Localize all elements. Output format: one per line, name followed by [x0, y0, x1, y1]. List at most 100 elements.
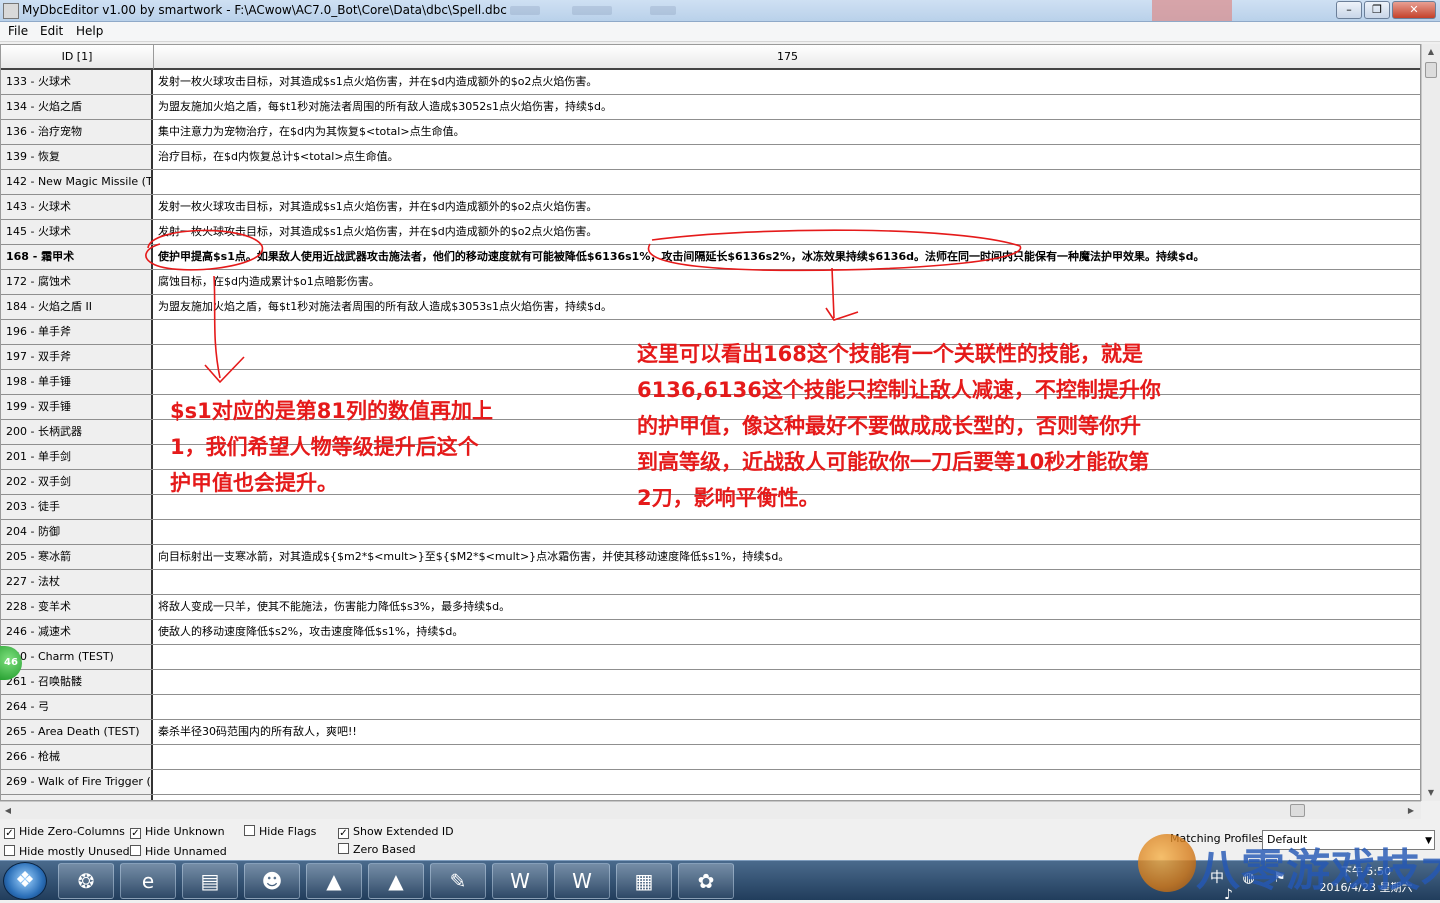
- table-row[interactable]: 265 - Area Death (TEST) 秦杀半径30码范围内的所有敌人，爽…: [1, 720, 1420, 745]
- row-header-id[interactable]: 136 - 治疗宠物: [1, 120, 153, 144]
- row-header-id[interactable]: 198 - 单手锤: [1, 370, 153, 394]
- menu-file[interactable]: File: [8, 24, 28, 38]
- dbc-editor-icon[interactable]: ▦: [616, 863, 672, 899]
- network-icon[interactable]: ◍: [1242, 870, 1254, 886]
- checkbox-box[interactable]: ✓: [338, 828, 349, 839]
- description-cell[interactable]: 腐蚀目标，在$d内造成累计$o1点暗影伤害。: [155, 270, 1420, 294]
- show-extended-id-checkbox[interactable]: ✓ Show Extended ID: [338, 825, 454, 839]
- start-button[interactable]: ❖: [3, 862, 47, 900]
- checkbox-box[interactable]: [338, 843, 349, 854]
- media-app-icon[interactable]: ❂: [58, 863, 114, 899]
- description-cell[interactable]: [155, 745, 1420, 769]
- table-row[interactable]: 246 - 减速术 使敌人的移动速度降低$s2%，攻击速度降低$s1%，持续$d。: [1, 620, 1420, 645]
- row-header-id[interactable]: 227 - 法杖: [1, 570, 153, 594]
- checkbox-box[interactable]: ✓: [130, 828, 141, 839]
- wps-icon[interactable]: W: [554, 863, 610, 899]
- horizontal-scrollbar[interactable]: ◀ ▶: [0, 801, 1421, 819]
- table-row[interactable]: 136 - 治疗宠物 集中注意力为宠物治疗，在$d内为其恢复$<total>点生命…: [1, 120, 1420, 145]
- table-row[interactable]: 168 - 霜甲术 使护甲提高$s1点。如果敌人使用近战武器攻击施法者，他们的移动…: [1, 245, 1420, 270]
- table-row[interactable]: 205 - 寒冰箭 向目标射出一支寒冰箭，对其造成${$m2*$<mult>}至$…: [1, 545, 1420, 570]
- scroll-down-arrow-icon[interactable]: ▼: [1422, 785, 1440, 801]
- maximize-button[interactable]: ❐: [1364, 1, 1390, 19]
- row-header-id[interactable]: 200 - 长柄武器: [1, 420, 153, 444]
- horizontal-scroll-thumb[interactable]: [1290, 804, 1305, 817]
- row-header-id[interactable]: 201 - 单手剑: [1, 445, 153, 469]
- description-cell[interactable]: [155, 170, 1420, 194]
- description-cell[interactable]: [155, 520, 1420, 544]
- hide-unnamed-checkbox[interactable]: Hide Unnamed: [130, 845, 227, 858]
- matching-profiles-select[interactable]: Default ▼: [1262, 830, 1435, 850]
- row-header-id[interactable]: 265 - Area Death (TEST): [1, 720, 153, 744]
- scroll-right-arrow-icon[interactable]: ▶: [1403, 803, 1419, 819]
- row-header-id[interactable]: 250 - Charm (TEST): [1, 645, 153, 669]
- description-cell[interactable]: 为盟友施加火焰之盾，每$t1秒对施法者周围的所有敌人造成$3053s1点火焰伤害…: [155, 295, 1420, 319]
- table-row[interactable]: 145 - 火球术 发射一枚火球攻击目标，对其造成$s1点火焰伤害，并在$d内造成…: [1, 220, 1420, 245]
- row-header-id[interactable]: 264 - 弓: [1, 695, 153, 719]
- row-header-id[interactable]: 145 - 火球术: [1, 220, 153, 244]
- vertical-scroll-thumb[interactable]: [1425, 62, 1437, 78]
- paint-icon[interactable]: ✿: [678, 863, 734, 899]
- row-header-id[interactable]: 205 - 寒冰箭: [1, 545, 153, 569]
- close-button[interactable]: ✕: [1392, 1, 1436, 19]
- description-cell[interactable]: 秦杀半径30码范围内的所有敌人，爽吧!!: [155, 720, 1420, 744]
- description-cell[interactable]: 使敌人的移动速度降低$s2%，攻击速度降低$s1%，持续$d。: [155, 620, 1420, 644]
- description-cell[interactable]: 为盟友施加火焰之盾，每$t1秒对施法者周围的所有敌人造成$3052s1点火焰伤害…: [155, 95, 1420, 119]
- volume-icon[interactable]: ♪: [1224, 887, 1233, 903]
- row-header-id[interactable]: 202 - 双手剑: [1, 470, 153, 494]
- row-header-id[interactable]: 203 - 徒手: [1, 495, 153, 519]
- description-cell[interactable]: [155, 670, 1420, 694]
- triangle-app-icon[interactable]: ▲: [306, 863, 362, 899]
- scroll-left-arrow-icon[interactable]: ◀: [0, 803, 16, 819]
- file-explorer-icon[interactable]: ▤: [182, 863, 238, 899]
- description-cell[interactable]: [155, 695, 1420, 719]
- checkbox-box[interactable]: [244, 825, 255, 836]
- row-header-id[interactable]: 142 - New Magic Missile (Te...: [1, 170, 153, 194]
- description-cell[interactable]: 集中注意力为宠物治疗，在$d内为其恢复$<total>点生命值。: [155, 120, 1420, 144]
- description-cell[interactable]: 发射一枚火球攻击目标，对其造成$s1点火焰伤害，并在$d内造成额外的$o2点火焰…: [155, 195, 1420, 219]
- vertical-scrollbar[interactable]: ▲ ▼: [1421, 44, 1440, 801]
- table-row[interactable]: 261 - 召唤骷髅: [1, 670, 1420, 695]
- row-header-id[interactable]: 261 - 召唤骷髅: [1, 670, 153, 694]
- row-header-id[interactable]: 199 - 双手锤: [1, 395, 153, 419]
- taskbar-clock[interactable]: 下午 5:50 2016/4/23 星期六: [1318, 864, 1414, 896]
- notepad-icon[interactable]: ✎: [430, 863, 486, 899]
- row-header-id[interactable]: 228 - 变羊术: [1, 595, 153, 619]
- row-header-id[interactable]: 168 - 霜甲术: [1, 245, 153, 269]
- zero-based-checkbox[interactable]: Zero Based: [338, 843, 416, 856]
- scroll-up-arrow-icon[interactable]: ▲: [1422, 44, 1440, 60]
- row-header-id[interactable]: 246 - 减速术: [1, 620, 153, 644]
- ime-indicator[interactable]: 中: [1210, 870, 1224, 886]
- warcraft-icon[interactable]: W: [492, 863, 548, 899]
- row-header-id[interactable]: 139 - 恢复: [1, 145, 153, 169]
- description-cell[interactable]: 使护甲提高$s1点。如果敌人使用近战武器攻击施法者，他们的移动速度就有可能被降低…: [155, 245, 1420, 269]
- checkbox-box[interactable]: ✓: [4, 828, 15, 839]
- menu-edit[interactable]: Edit: [40, 24, 63, 38]
- chevron-down-icon[interactable]: ▼: [1425, 832, 1432, 850]
- row-header-id[interactable]: 184 - 火焰之盾 II: [1, 295, 153, 319]
- table-row[interactable]: 204 - 防御: [1, 520, 1420, 545]
- description-cell[interactable]: [155, 770, 1420, 794]
- row-header-id[interactable]: 269 - Walk of Fire Trigger (D...: [1, 770, 153, 794]
- description-cell[interactable]: 治疗目标，在$d内恢复总计$<total>点生命值。: [155, 145, 1420, 169]
- table-row[interactable]: 142 - New Magic Missile (Te...: [1, 170, 1420, 195]
- table-row[interactable]: 134 - 火焰之盾 为盟友施加火焰之盾，每$t1秒对施法者周围的所有敌人造成$3…: [1, 95, 1420, 120]
- table-row[interactable]: 133 - 火球术 发射一枚火球攻击目标，对其造成$s1点火焰伤害，并在$d内造成…: [1, 70, 1420, 95]
- table-row[interactable]: 264 - 弓: [1, 695, 1420, 720]
- table-row[interactable]: 172 - 腐蚀术 腐蚀目标，在$d内造成累计$o1点暗影伤害。: [1, 270, 1420, 295]
- description-cell[interactable]: 将敌人变成一只羊，使其不能施法，伤害能力降低$s3%，最多持续$d。: [155, 595, 1420, 619]
- row-header-id[interactable]: 196 - 单手斧: [1, 320, 153, 344]
- face-app-icon[interactable]: ☻: [244, 863, 300, 899]
- description-cell[interactable]: 发射一枚火球攻击目标，对其造成$s1点火焰伤害，并在$d内造成额外的$o2点火焰…: [155, 70, 1420, 94]
- row-header-id[interactable]: 134 - 火焰之盾: [1, 95, 153, 119]
- description-cell[interactable]: [155, 570, 1420, 594]
- menu-help[interactable]: Help: [76, 24, 103, 38]
- hide-mostly-unused-checkbox[interactable]: Hide mostly Unused: [4, 845, 130, 858]
- row-header-id[interactable]: 143 - 火球术: [1, 195, 153, 219]
- hide-flags-checkbox[interactable]: Hide Flags: [244, 825, 316, 838]
- hide-zero-columns-checkbox[interactable]: ✓ Hide Zero-Columns: [4, 825, 125, 839]
- description-cell[interactable]: 发射一枚火球攻击目标，对其造成$s1点火焰伤害，并在$d内造成额外的$o2点火焰…: [155, 220, 1420, 244]
- row-header-id[interactable]: 172 - 腐蚀术: [1, 270, 153, 294]
- table-row[interactable]: 266 - 枪械: [1, 745, 1420, 770]
- description-cell[interactable]: [155, 645, 1420, 669]
- flag-icon[interactable]: ⚑: [1273, 870, 1286, 886]
